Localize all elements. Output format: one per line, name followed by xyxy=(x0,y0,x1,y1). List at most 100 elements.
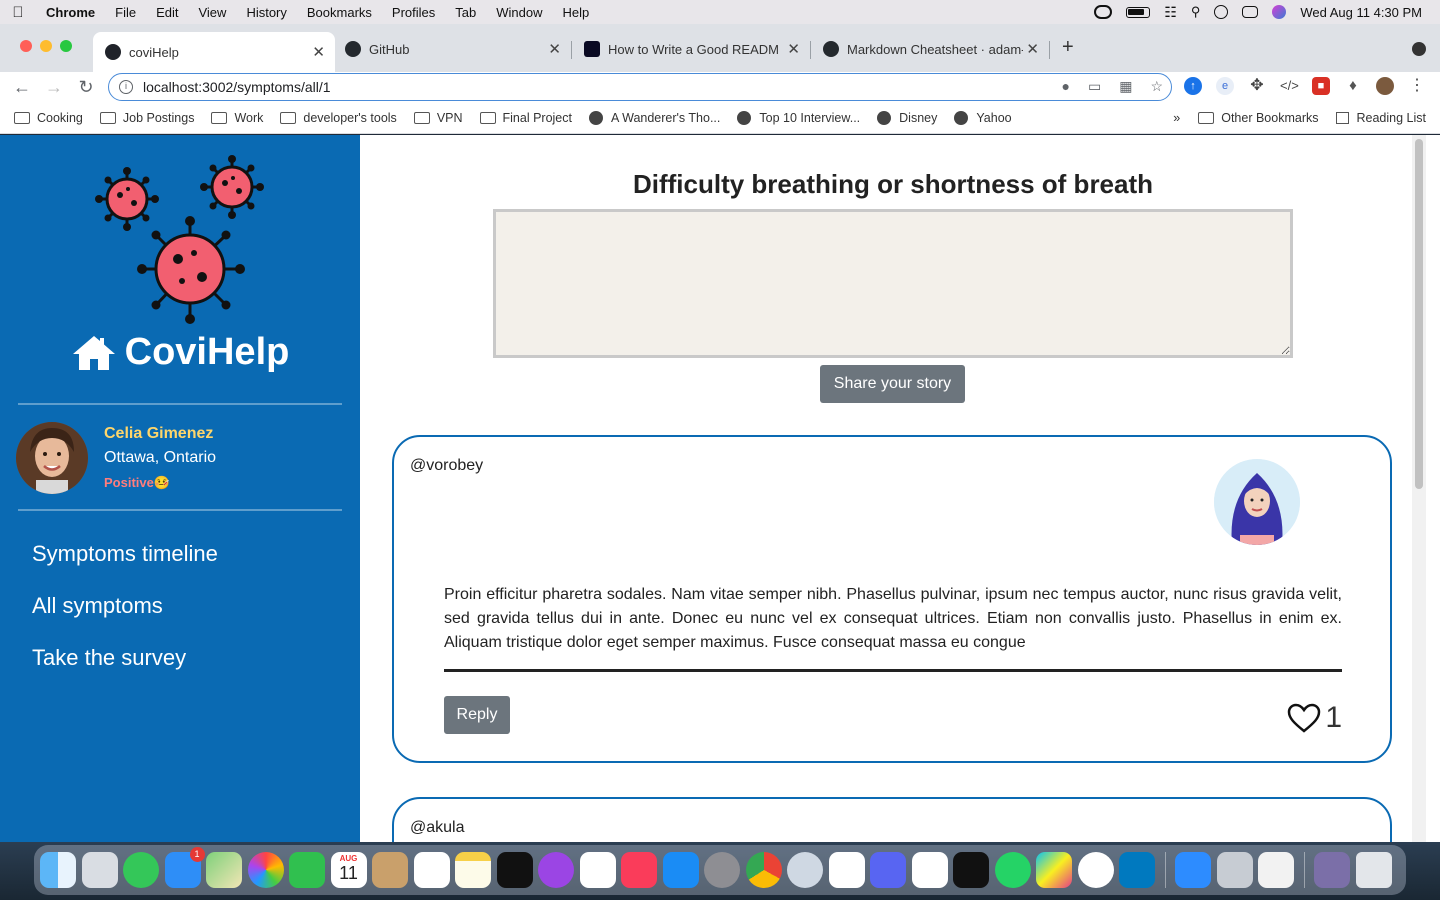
contacts-icon[interactable] xyxy=(372,852,408,888)
menu-edit[interactable]: Edit xyxy=(146,5,188,20)
address-bar[interactable]: i localhost:3002/symptoms/all/1 ● ▭ ▦ ☆ xyxy=(108,73,1172,101)
post-author-avatar[interactable] xyxy=(1214,821,1300,842)
menu-file[interactable]: File xyxy=(105,5,146,20)
reply-button[interactable]: Reply xyxy=(444,696,510,734)
minimize-window-button[interactable] xyxy=(40,40,52,52)
trello-icon[interactable] xyxy=(1119,852,1155,888)
address-url[interactable]: localhost:3002/symptoms/all/1 xyxy=(143,79,331,95)
site-info-icon[interactable]: i xyxy=(119,80,133,94)
vscode-icon[interactable] xyxy=(911,852,948,888)
quicktime-icon[interactable] xyxy=(787,852,823,888)
spotlight-search-icon[interactable]: ⚲ xyxy=(1191,4,1201,20)
launchpad-icon[interactable] xyxy=(81,852,118,888)
preview-icon[interactable] xyxy=(1216,852,1253,888)
page-scrollbar[interactable] xyxy=(1412,135,1426,842)
menu-help[interactable]: Help xyxy=(553,5,600,20)
brand-logo[interactable]: CoviHelp xyxy=(0,331,360,374)
back-icon[interactable]: ← xyxy=(6,77,38,98)
close-window-button[interactable] xyxy=(20,40,32,52)
menu-bookmarks[interactable]: Bookmarks xyxy=(297,5,382,20)
apple-tv-icon[interactable] xyxy=(496,852,533,888)
user-avatar[interactable] xyxy=(16,422,88,494)
music-icon[interactable] xyxy=(621,852,657,888)
tab-covihelp[interactable]: coviHelp ✕ xyxy=(93,32,335,72)
mail-icon[interactable]: 1 xyxy=(164,847,205,888)
color-extension-icon[interactable]: ■ xyxy=(1312,77,1330,95)
tab-markdown-cheatsheet[interactable]: Markdown Cheatsheet · adam- ✕ xyxy=(811,32,1049,66)
menubar-clock[interactable]: Wed Aug 11 4:30 PM xyxy=(1300,5,1422,20)
wifi-icon[interactable]: ☷ xyxy=(1164,4,1177,21)
menu-history[interactable]: History xyxy=(236,5,296,20)
bookmark-folder-developer-tools[interactable]: developer's tools xyxy=(280,111,397,125)
terminal-icon[interactable] xyxy=(953,852,989,888)
bookmark-folder-work[interactable]: Work xyxy=(211,111,263,125)
finder-icon[interactable] xyxy=(40,852,76,888)
menu-view[interactable]: View xyxy=(188,5,236,20)
maps-icon[interactable] xyxy=(206,852,242,888)
bookmark-disney[interactable]: Disney xyxy=(877,110,937,125)
menu-profiles[interactable]: Profiles xyxy=(382,5,445,20)
menu-tab[interactable]: Tab xyxy=(445,5,486,20)
creative-cloud-icon[interactable] xyxy=(1094,5,1113,19)
facetime-icon[interactable] xyxy=(289,852,325,888)
reading-list-button[interactable]: Reading List xyxy=(1335,111,1426,125)
menu-window[interactable]: Window xyxy=(486,5,552,20)
new-tab-icon[interactable]: + xyxy=(1062,36,1074,59)
menu-app-name[interactable]: Chrome xyxy=(36,5,105,20)
close-tab-icon[interactable]: ✕ xyxy=(787,40,800,58)
bookmarks-overflow-icon[interactable]: » xyxy=(1173,111,1180,125)
nav-symptoms-timeline[interactable]: Symptoms timeline xyxy=(32,541,218,567)
control-center-icon[interactable] xyxy=(1242,6,1259,18)
tab-github[interactable]: GitHub ✕ xyxy=(333,32,571,66)
siri-icon[interactable] xyxy=(1272,5,1287,19)
sync-extension-icon[interactable]: ↑ xyxy=(1184,77,1202,95)
qr-code-icon[interactable]: ▦ xyxy=(1119,78,1132,95)
app-store-icon[interactable] xyxy=(662,852,699,888)
heart-icon[interactable] xyxy=(1287,703,1321,733)
edge-extension-icon[interactable]: e xyxy=(1216,77,1234,95)
webstorm-icon[interactable] xyxy=(1036,852,1072,888)
post-author-handle[interactable]: @vorobey xyxy=(410,457,483,475)
bookmark-star-icon[interactable]: ☆ xyxy=(1150,78,1163,95)
code-extension-icon[interactable]: </> xyxy=(1280,77,1299,95)
bookmark-folder-final-project[interactable]: Final Project xyxy=(479,111,572,125)
tab-search-icon[interactable] xyxy=(1412,42,1426,56)
discord-icon[interactable] xyxy=(870,852,906,888)
bookmark-folder-other[interactable]: Other Bookmarks xyxy=(1198,111,1319,125)
system-preferences-icon[interactable] xyxy=(704,852,740,888)
zoom-icon[interactable] xyxy=(1175,852,1211,888)
move-extension-icon[interactable]: ✥ xyxy=(1248,77,1266,95)
trash-icon[interactable] xyxy=(1355,852,1392,888)
share-story-button[interactable]: Share your story xyxy=(820,365,965,403)
zoom-window-button[interactable] xyxy=(60,40,72,52)
post-author-handle[interactable]: @akula xyxy=(410,819,465,837)
bookmark-folder-job-postings[interactable]: Job Postings xyxy=(99,111,194,125)
nav-take-survey[interactable]: Take the survey xyxy=(32,645,186,671)
downloads-stack-icon[interactable] xyxy=(1314,852,1350,888)
chrome-menu-icon[interactable]: ⋮ xyxy=(1408,77,1426,95)
close-tab-icon[interactable]: ✕ xyxy=(548,40,561,58)
whatsapp-icon[interactable] xyxy=(994,852,1031,888)
calendar-icon[interactable]: AUG 11 xyxy=(330,852,367,888)
story-input[interactable] xyxy=(493,209,1293,358)
nav-all-symptoms[interactable]: All symptoms xyxy=(32,593,163,619)
cast-icon[interactable]: ▭ xyxy=(1088,78,1101,95)
reminders-icon[interactable] xyxy=(413,852,450,888)
bookmark-yahoo[interactable]: Yahoo xyxy=(954,110,1012,125)
slack-icon[interactable] xyxy=(828,852,865,888)
bookmark-folder-vpn[interactable]: VPN xyxy=(413,111,463,125)
location-icon[interactable]: ● xyxy=(1062,78,1070,95)
photos-icon[interactable] xyxy=(247,852,284,888)
close-tab-icon[interactable]: ✕ xyxy=(312,43,325,61)
scrollbar-thumb[interactable] xyxy=(1415,139,1423,489)
post-author-avatar[interactable] xyxy=(1214,459,1300,545)
close-tab-icon[interactable]: ✕ xyxy=(1026,40,1039,58)
apple-menu-icon[interactable]:  xyxy=(0,4,36,21)
messenger-icon[interactable] xyxy=(1077,852,1114,888)
messages-icon[interactable] xyxy=(123,852,159,888)
podcasts-icon[interactable] xyxy=(538,852,574,888)
news-icon[interactable] xyxy=(579,852,616,888)
bookmark-wanderer[interactable]: A Wanderer's Tho... xyxy=(589,110,720,125)
screen-record-icon[interactable] xyxy=(1214,5,1229,19)
tab-readme-guide[interactable]: How to Write a Good README ✕ xyxy=(572,32,810,66)
